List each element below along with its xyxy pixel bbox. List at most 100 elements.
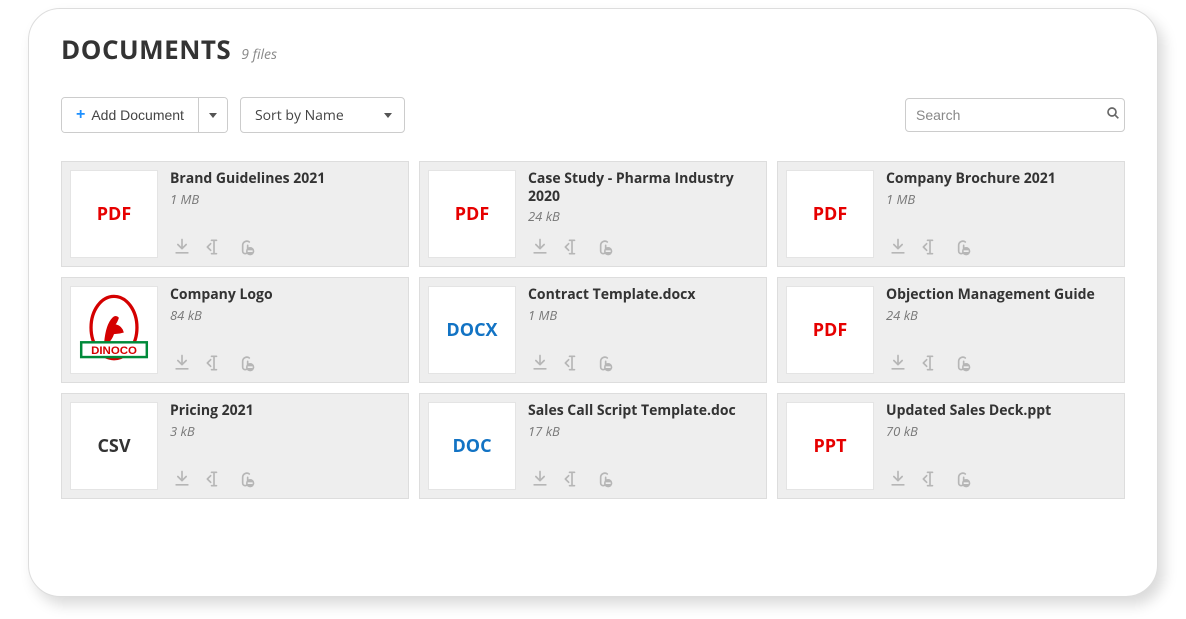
document-title: Sales Call Script Template.doc [528,402,758,420]
rename-button[interactable] [918,352,942,374]
chevron-down-icon [209,113,217,118]
add-document-group: + Add Document [61,97,228,133]
download-icon [888,237,908,257]
unattach-icon [952,237,972,257]
filetype-badge: DOC [452,434,491,458]
download-button[interactable] [528,236,552,258]
panel-header: DOCUMENTS 9 files [61,31,1125,67]
download-button[interactable] [170,236,194,258]
unattach-button[interactable] [234,468,258,490]
rename-button[interactable] [560,468,584,490]
unattach-button[interactable] [592,352,616,374]
unattach-icon [594,353,614,373]
document-thumbnail: PDF [428,170,516,258]
document-card[interactable]: Company Logo84 kB [61,277,409,383]
document-size: 3 kB [170,422,400,440]
page-title: DOCUMENTS [61,31,231,67]
document-card[interactable]: DOCX Contract Template.docx 1 MB [419,277,767,383]
document-card[interactable]: PDFBrand Guidelines 20211 MB [61,161,409,267]
document-card[interactable]: CSVPricing 20213 kB [61,393,409,499]
unattach-icon [594,469,614,489]
unattach-icon [594,237,614,257]
download-icon [530,353,550,373]
download-icon [530,469,550,489]
document-actions [170,346,400,374]
document-card[interactable]: PDFCase Study - Pharma Industry 202024 k… [419,161,767,267]
download-button[interactable] [528,352,552,374]
document-card-body: Sales Call Script Template.doc 17 kB [528,402,758,490]
document-size: 70 kB [886,422,1116,440]
add-document-button[interactable]: + Add Document [62,98,198,132]
rename-button[interactable] [202,236,226,258]
rename-button[interactable] [560,236,584,258]
sort-dropdown[interactable]: Sort by Name [240,97,405,133]
unattach-button[interactable] [592,468,616,490]
unattach-button[interactable] [950,468,974,490]
unattach-icon [236,237,256,257]
unattach-button[interactable] [234,352,258,374]
unattach-button[interactable] [950,236,974,258]
document-card[interactable]: PPT Updated Sales Deck.ppt 70 kB [777,393,1125,499]
unattach-icon [236,353,256,373]
chevron-down-icon [384,113,392,118]
rename-icon [920,469,940,489]
rename-icon [562,469,582,489]
unattach-button[interactable] [234,236,258,258]
document-thumbnail: DOC [428,402,516,490]
rename-button[interactable] [202,352,226,374]
plus-icon: + [76,107,85,123]
document-actions [170,462,400,490]
download-button[interactable] [170,352,194,374]
document-title: Contract Template.docx [528,286,758,304]
download-button[interactable] [886,236,910,258]
document-card-body: Brand Guidelines 20211 MB [170,170,400,258]
sort-label: Sort by Name [255,106,344,125]
rename-icon [920,353,940,373]
document-card-body: Contract Template.docx 1 MB [528,286,758,374]
download-button[interactable] [886,468,910,490]
filetype-badge: DOCX [446,318,497,342]
rename-icon [204,237,224,257]
download-icon [172,237,192,257]
download-button[interactable] [170,468,194,490]
download-icon [172,353,192,373]
document-actions [886,462,1116,490]
document-title: Company Brochure 2021 [886,170,1116,188]
document-actions [528,346,758,374]
unattach-button[interactable] [592,236,616,258]
add-document-label: Add Document [91,107,184,123]
document-thumbnail: PDF [70,170,158,258]
document-title: Objection Management Guide [886,286,1116,304]
document-size: 17 kB [528,422,758,440]
document-actions [528,462,758,490]
document-card[interactable]: PDF Objection Management Guide 24 kB [777,277,1125,383]
rename-button[interactable] [560,352,584,374]
download-button[interactable] [886,352,910,374]
document-title: Company Logo [170,286,400,304]
download-button[interactable] [528,468,552,490]
document-card-body: Pricing 20213 kB [170,402,400,490]
document-size: 1 MB [528,306,758,324]
document-card[interactable]: DOC Sales Call Script Template.doc 17 kB [419,393,767,499]
unattach-icon [952,353,972,373]
rename-button[interactable] [918,468,942,490]
rename-button[interactable] [202,468,226,490]
unattach-button[interactable] [950,352,974,374]
filetype-badge: PPT [813,434,846,458]
document-card-body: Company Logo84 kB [170,286,400,374]
toolbar: + Add Document Sort by Name [61,97,1125,133]
documents-panel: DOCUMENTS 9 files + Add Document Sort by… [28,8,1158,597]
rename-icon [920,237,940,257]
search-icon[interactable] [1105,104,1121,126]
search-input[interactable] [916,107,1097,123]
document-title: Updated Sales Deck.ppt [886,402,1116,420]
add-document-dropdown-button[interactable] [198,98,227,132]
filetype-badge: PDF [813,202,848,226]
document-size: 24 kB [886,306,1116,324]
document-card[interactable]: PDFCompany Brochure 20211 MB [777,161,1125,267]
rename-button[interactable] [918,236,942,258]
document-size: 24 kB [528,207,758,225]
document-actions [528,230,758,258]
filetype-badge: PDF [813,318,848,342]
document-thumbnail [70,286,158,374]
